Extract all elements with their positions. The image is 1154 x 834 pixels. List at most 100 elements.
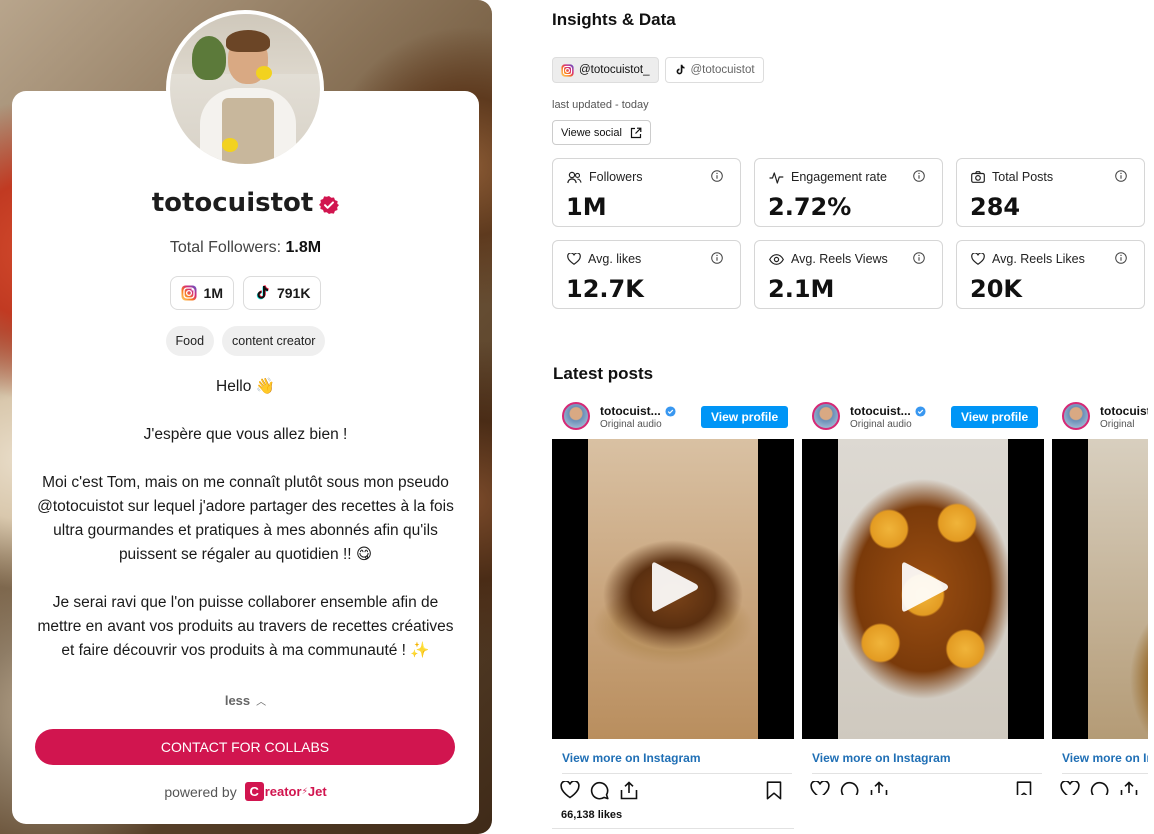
stat-value: 2.72% [768, 193, 852, 221]
instagram-count: 1M [203, 285, 223, 301]
contact-for-collabs-button[interactable]: CONTACT FOR COLLABS [35, 729, 455, 765]
bookmark-icon[interactable] [1016, 781, 1032, 795]
bookmark-icon[interactable] [766, 781, 782, 800]
tab-tiktok-account[interactable]: @totocuistot [664, 57, 764, 83]
instagram-icon [561, 63, 574, 77]
stat-value: 12.7K [566, 275, 644, 303]
account-tabs: @totocuistot_ @totocuistot [552, 57, 764, 83]
post-card: totocuist Original View more on In [1052, 396, 1148, 834]
activity-icon [769, 171, 784, 184]
tag-row: Food content creator [12, 326, 479, 356]
stat-card-avg-likes: Avg. likes 12.7K [552, 240, 741, 309]
tiktok-chip[interactable]: 791K [242, 276, 322, 310]
info-icon[interactable] [913, 170, 925, 182]
play-icon[interactable] [898, 559, 950, 615]
share-icon[interactable] [620, 781, 638, 800]
total-followers-value: 1.8M [285, 239, 322, 256]
profile-avatar [166, 10, 324, 168]
post-card: totocuist... Original audio View profile… [552, 396, 794, 834]
stat-label: Avg. Reels Likes [992, 252, 1085, 266]
profile-card: totocuistot Total Followers: 1.8M 1M 791… [12, 91, 479, 824]
tag-content-creator[interactable]: content creator [222, 326, 326, 356]
post-actions [810, 781, 1036, 795]
comment-icon[interactable] [590, 781, 609, 800]
view-profile-button[interactable]: View profile [951, 406, 1039, 428]
post-avatar[interactable] [1062, 402, 1090, 430]
view-more-on-instagram-link[interactable]: View more on Instagram [812, 751, 951, 765]
like-heart-icon[interactable] [810, 781, 830, 795]
stat-value: 2.1M [768, 275, 835, 303]
eye-icon [769, 253, 784, 265]
profile-panel: totocuistot Total Followers: 1.8M 1M 791… [0, 0, 492, 834]
info-icon[interactable] [1115, 252, 1127, 264]
powered-by-label: powered by [164, 783, 237, 800]
tag-food[interactable]: Food [165, 326, 215, 356]
post-card: totocuist... Original audio View profile… [802, 396, 1044, 834]
bio-paragraph-1: Moi c'est Tom, mais on me connaît plutôt… [37, 474, 454, 563]
stat-label: Avg. likes [588, 252, 642, 266]
info-icon[interactable] [711, 170, 723, 182]
creatorjet-logo-mark: C [244, 782, 264, 801]
creatorjet-logo[interactable]: Creator ⚡ Jet [244, 782, 327, 801]
external-link-icon [630, 127, 642, 138]
username-row: totocuistot [12, 188, 479, 218]
view-social-label: Viewe social [561, 126, 622, 139]
post-avatar[interactable] [812, 402, 840, 430]
last-updated: last updated - today [552, 99, 649, 111]
comment-icon[interactable] [1090, 781, 1109, 795]
users-icon [567, 171, 582, 183]
stat-card-engagement-rate: Engagement rate 2.72% [754, 158, 943, 227]
platform-chips: 1M 791K [12, 276, 479, 310]
less-toggle[interactable]: less ︿ [12, 693, 479, 708]
share-icon[interactable] [870, 781, 888, 795]
view-social-button[interactable]: Viewe social [552, 120, 651, 145]
posts-carousel[interactable]: totocuist... Original audio View profile… [552, 396, 1148, 834]
post-thumbnail [1088, 439, 1148, 739]
post-username[interactable]: totocuist... [600, 404, 661, 418]
view-more-on-instagram-link[interactable]: View more on In [1062, 751, 1148, 765]
stat-label: Avg. Reels Views [791, 252, 888, 266]
tab-instagram-handle: @totocuistot_ [579, 64, 650, 76]
view-profile-button[interactable]: View profile [701, 406, 789, 428]
post-likes: 66,138 likes [561, 809, 623, 821]
info-icon[interactable] [711, 252, 723, 264]
tiktok-icon [256, 285, 269, 300]
share-icon[interactable] [1120, 781, 1138, 795]
post-video[interactable] [802, 439, 1044, 739]
camera-icon [971, 171, 985, 183]
view-more-on-instagram-link[interactable]: View more on Instagram [562, 751, 701, 765]
post-avatar[interactable] [562, 402, 590, 430]
play-icon[interactable] [648, 559, 700, 615]
stat-value: 1M [566, 193, 607, 221]
insights-title: Insights & Data [552, 10, 676, 29]
stat-value: 284 [970, 193, 1021, 221]
comment-icon[interactable] [840, 781, 859, 795]
chevron-up-icon: ︿ [256, 697, 267, 708]
post-actions [1060, 781, 1148, 795]
info-icon[interactable] [1115, 170, 1127, 182]
instagram-chip[interactable]: 1M [169, 276, 234, 310]
stat-card-total-posts: Total Posts 284 [956, 158, 1145, 227]
tab-instagram-account[interactable]: @totocuistot_ [552, 57, 659, 83]
post-video[interactable] [552, 439, 794, 739]
verified-badge-icon [915, 405, 926, 417]
stat-card-avg-reels-likes: Avg. Reels Likes 20K [956, 240, 1145, 309]
total-followers-label: Total Followers: [169, 239, 282, 256]
post-audio: Original audio [850, 419, 912, 430]
like-heart-icon[interactable] [1060, 781, 1080, 795]
bio: Hello 👋 J'espère que vous allez bien ! M… [32, 375, 459, 663]
like-heart-icon[interactable] [560, 781, 580, 799]
bio-paragraph-2: Je serai ravi que l'on puisse collaborer… [37, 594, 454, 659]
tiktok-count: 791K [276, 285, 311, 301]
stat-card-followers: Followers 1M [552, 158, 741, 227]
post-username[interactable]: totocuist... [850, 404, 911, 418]
heart-icon [971, 253, 985, 265]
profile-username: totocuistot [151, 188, 314, 218]
stat-label: Followers [589, 170, 643, 184]
info-icon[interactable] [913, 252, 925, 264]
post-audio: Original [1100, 419, 1135, 430]
bio-line: J'espère que vous allez bien ! [143, 426, 348, 443]
powered-by: powered by Creator ⚡ Jet [12, 782, 479, 801]
post-video[interactable] [1052, 439, 1148, 739]
post-username[interactable]: totocuist [1100, 404, 1148, 418]
